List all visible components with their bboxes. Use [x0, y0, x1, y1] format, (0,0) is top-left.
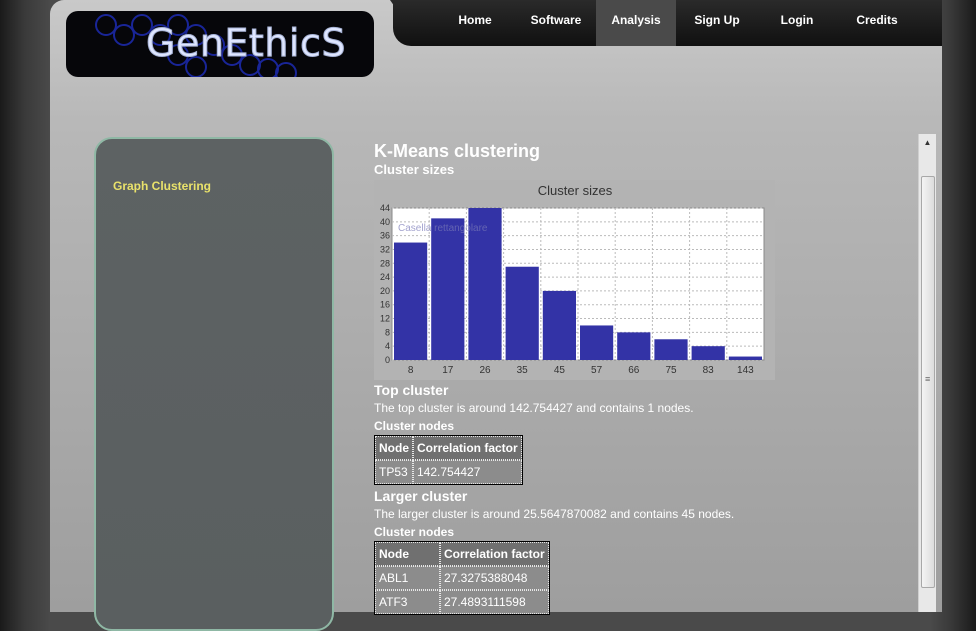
page-title: K-Means clustering [374, 141, 541, 161]
y-tick-label: 24 [380, 272, 390, 282]
bar-35 [505, 266, 539, 360]
x-tick-label: 83 [703, 365, 715, 376]
y-tick-label: 20 [380, 286, 390, 296]
column-header-correlation: Correlation factor [413, 436, 522, 460]
bar-17 [431, 218, 465, 360]
y-tick-label: 4 [385, 341, 390, 351]
larger-cluster-nodes-heading: Cluster nodes [374, 525, 455, 539]
top-navigation: Home Software Analysis Sign Up Login Cre… [393, 0, 942, 46]
cluster-sizes-chart: 0 4 8 12 16 20 24 28 32 36 40 44 8 17 26 35 45 57 66 75 83 1… [374, 180, 775, 380]
table-header-row: Node Correlation factor [375, 542, 549, 566]
larger-cluster-heading: Larger cluster [374, 488, 468, 504]
column-header-node: Node [375, 542, 440, 566]
table-row: ATF3 27.4893111598 [375, 590, 549, 614]
cell-correlation: 142.754427 [413, 460, 522, 484]
table-row: TP53 142.754427 [375, 460, 522, 484]
nav-sign-up[interactable]: Sign Up [677, 0, 757, 46]
chart-svg: 0 4 8 12 16 20 24 28 32 36 40 44 8 17 26 35 45 57 66 75 83 1… [380, 183, 765, 376]
logo-text: GenEthicS [146, 21, 346, 66]
y-tick-label: 16 [380, 300, 390, 310]
column-header-correlation: Correlation factor [440, 542, 549, 566]
y-tick-label: 28 [380, 258, 390, 268]
nav-login[interactable]: Login [757, 0, 837, 46]
nav-home[interactable]: Home [435, 0, 515, 46]
cell-correlation: 27.3275388048 [440, 566, 549, 590]
cell-node: ABL1 [375, 566, 440, 590]
x-tick-label: 8 [408, 365, 414, 376]
top-cluster-heading: Top cluster [374, 382, 449, 398]
x-tick-label: 26 [479, 365, 491, 376]
chart-title: Cluster sizes [538, 183, 613, 198]
bar-83 [691, 346, 725, 360]
column-header-node: Node [375, 436, 413, 460]
nav-analysis[interactable]: Analysis [596, 0, 676, 46]
scroll-grip-icon: ≡ [925, 374, 931, 384]
x-tick-label: 143 [737, 365, 754, 376]
vertical-scrollbar[interactable]: ▲ ≡ [918, 134, 936, 612]
larger-cluster-table: Node Correlation factor ABL1 27.32753880… [374, 541, 550, 615]
y-tick-label: 40 [380, 217, 390, 227]
table-header-row: Node Correlation factor [375, 436, 522, 460]
top-cluster-text: The top cluster is around 142.754427 and… [374, 401, 694, 415]
cell-node: TP53 [375, 460, 413, 484]
cluster-sizes-heading: Cluster sizes [374, 162, 455, 177]
x-tick-label: 75 [665, 365, 677, 376]
y-tick-label: 8 [385, 327, 390, 337]
nav-credits[interactable]: Credits [837, 0, 917, 46]
x-tick-label: 57 [591, 365, 603, 376]
top-cluster-nodes-heading: Cluster nodes [374, 419, 455, 433]
scroll-thumb[interactable]: ≡ [921, 176, 935, 588]
bar-8 [394, 242, 428, 360]
table-row: ABL1 27.3275388048 [375, 566, 549, 590]
scroll-up-arrow-icon[interactable]: ▲ [919, 134, 936, 151]
cell-node: ATF3 [375, 590, 440, 614]
y-tick-label: 12 [380, 314, 390, 324]
x-tick-label: 66 [628, 365, 640, 376]
y-tick-label: 0 [385, 355, 390, 365]
bar-57 [580, 325, 614, 360]
x-tick-label: 17 [442, 365, 454, 376]
logo[interactable]: GenEthicS [66, 11, 374, 77]
y-tick-label: 36 [380, 231, 390, 241]
bar-66 [617, 332, 651, 360]
larger-cluster-text: The larger cluster is around 25.56478700… [374, 507, 735, 521]
sidebar-link-graph-clustering[interactable]: Graph Clustering [113, 179, 211, 193]
x-tick-label: 45 [554, 365, 566, 376]
top-cluster-table: Node Correlation factor TP53 142.754427 [374, 435, 523, 485]
sidebar: Graph Clustering [94, 137, 334, 631]
y-tick-label: 44 [380, 203, 390, 213]
bar-75 [654, 339, 688, 360]
bar-45 [542, 290, 576, 360]
y-tick-label: 32 [380, 244, 390, 254]
nav-software[interactable]: Software [516, 0, 596, 46]
cell-correlation: 27.4893111598 [440, 590, 549, 614]
chart-overlay-text: Casella rettangolare [398, 223, 488, 234]
x-tick-label: 35 [517, 365, 529, 376]
bar-143 [728, 356, 762, 360]
